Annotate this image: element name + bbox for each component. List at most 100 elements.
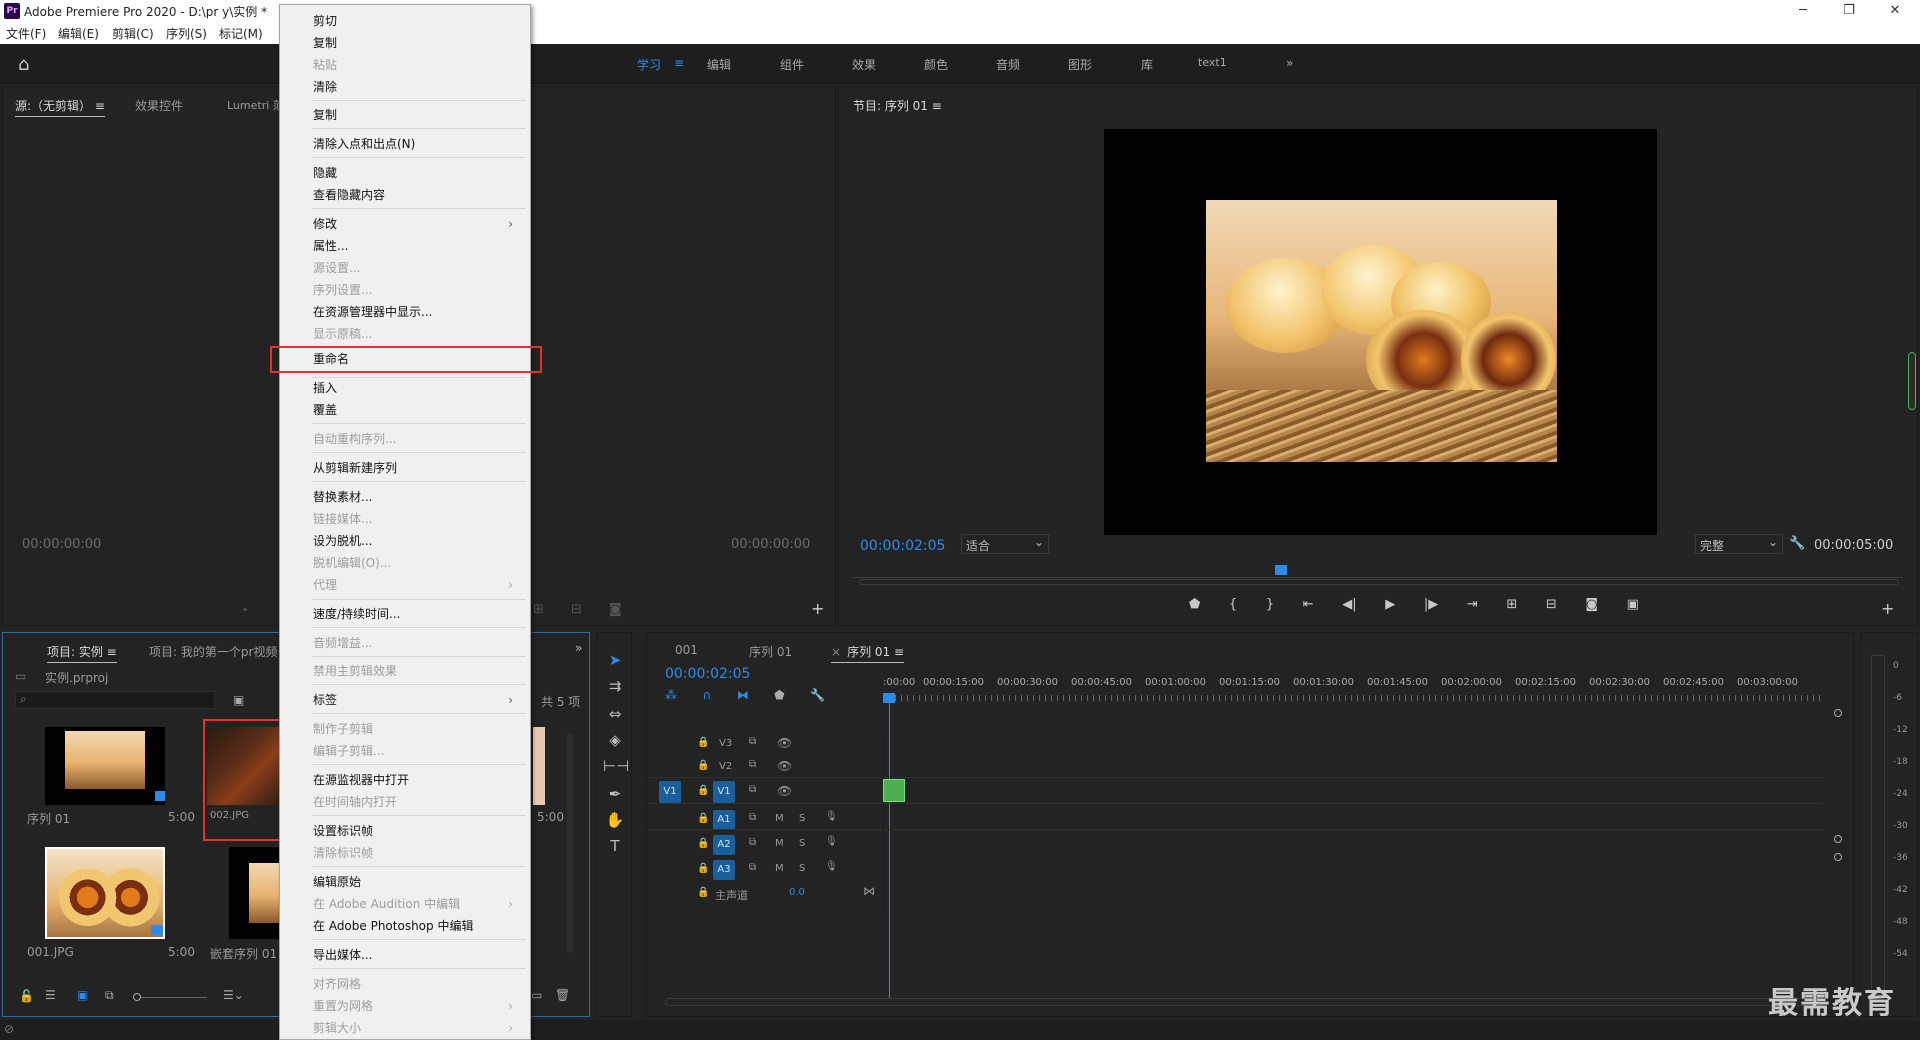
menu-item-link-media[interactable]: 链接媒体...	[313, 509, 523, 529]
timeline-timecode[interactable]: 00:00:02:05	[665, 666, 750, 682]
slip-tool-icon[interactable]: ⊢⊣	[603, 757, 629, 775]
program-playhead-timecode[interactable]: 00:00:02:05	[860, 538, 945, 554]
video-zoom-handle[interactable]	[1834, 709, 1842, 717]
sync-lock-icon[interactable]: ⧉	[749, 759, 756, 770]
menu-item-make-offline[interactable]: 设为脱机...	[313, 531, 523, 551]
menu-item-auto-reframe[interactable]: 自动重构序列...	[313, 429, 523, 449]
menu-item-view-hidden[interactable]: 查看隐藏内容	[313, 185, 523, 205]
lock-track-icon[interactable]: 🔒	[697, 785, 709, 796]
selection-tool-icon[interactable]: ➤	[603, 651, 627, 669]
workspace-edit[interactable]: 编辑	[707, 56, 731, 73]
mute-button[interactable]: M	[775, 813, 784, 824]
workspace-audio[interactable]: 音频	[996, 56, 1020, 73]
tab-effect-controls[interactable]: 效果控件	[135, 97, 183, 114]
menu-item-edit-offline[interactable]: 脱机编辑(O)...	[313, 553, 523, 573]
menu-item-export-media[interactable]: 导出媒体...	[313, 945, 523, 965]
eye-icon[interactable]: 👁	[777, 759, 792, 773]
restore-icon[interactable]: ❐	[1826, 0, 1872, 22]
tab-project-first-video[interactable]: 项目: 我的第一个pr视频	[149, 643, 277, 660]
track-target-v1[interactable]: V1	[713, 781, 735, 803]
menu-item-source-settings[interactable]: 源设置...	[313, 258, 523, 278]
menu-item-edit-original[interactable]: 编辑原始	[313, 872, 523, 892]
source-overwrite-icon[interactable]: ⊟	[571, 602, 582, 617]
workspace-learn[interactable]: 学习	[637, 56, 661, 73]
menu-item-reveal-original[interactable]: 显示原稿...	[313, 324, 523, 344]
menu-item-open-in-source-monitor[interactable]: 在源监视器中打开	[313, 770, 523, 790]
menu-item-properties[interactable]: 属性...	[313, 236, 523, 256]
sync-lock-icon[interactable]: ⧉	[749, 837, 756, 848]
microphone-icon[interactable]: 🎙	[825, 811, 838, 822]
menu-item-reveal-in-explorer[interactable]: 在资源管理器中显示...	[313, 302, 523, 322]
lock-track-icon[interactable]: 🔒	[697, 887, 709, 898]
add-marker-icon[interactable]: ⬟	[1189, 597, 1200, 617]
track-target-a3[interactable]: A3	[713, 860, 735, 880]
go-to-out-icon[interactable]: ⇥	[1467, 597, 1478, 617]
menu-item-open-in-timeline[interactable]: 在时间轴内打开	[313, 792, 523, 812]
sort-icon[interactable]: ☰⌄	[223, 988, 244, 1002]
program-timeline-ruler[interactable]	[853, 577, 1903, 578]
workspace-graphics[interactable]: 图形	[1068, 56, 1092, 73]
tab-lumetri[interactable]: Lumetri 范	[227, 97, 284, 113]
tab-source[interactable]: 源:（无剪辑） ≡	[15, 97, 105, 117]
project-item-thumbnail-001[interactable]	[45, 847, 165, 939]
source-camera-icon[interactable]: ◙	[609, 602, 622, 617]
lock-track-icon[interactable]: 🔒	[697, 813, 709, 824]
workspace-overflow-icon[interactable]: »	[1286, 56, 1293, 70]
track-target-a1[interactable]: A1	[713, 810, 735, 830]
menu-item-overwrite[interactable]: 覆盖	[313, 400, 523, 420]
timeline-tab-seq01-active[interactable]: × 序列 01 ≡	[831, 643, 905, 663]
menu-clip[interactable]: 剪辑(C)	[112, 25, 154, 42]
mark-in-icon[interactable]: {	[1229, 597, 1237, 617]
sync-lock-icon[interactable]: ⧉	[749, 812, 756, 823]
program-title[interactable]: 节目: 序列 01 ≡	[853, 97, 942, 114]
snap-magnet-icon[interactable]: ∩	[702, 688, 711, 702]
workspace-menu-icon[interactable]: ≡	[674, 56, 684, 70]
project-item-thumbnail-nested[interactable]	[229, 847, 279, 939]
right-edge-scroll-indicator[interactable]	[1908, 352, 1916, 410]
razor-tool-icon[interactable]: ◈	[603, 731, 627, 749]
menu-item-reset-to-grid[interactable]: 重置为网格 ›	[313, 996, 523, 1016]
microphone-icon[interactable]: 🎙	[825, 861, 838, 872]
tab-project-shili[interactable]: 项目: 实例 ≡	[47, 643, 117, 663]
program-playhead[interactable]	[1275, 565, 1287, 575]
source-insert-icon[interactable]: ⊞	[533, 602, 544, 617]
workspace-libraries[interactable]: 库	[1141, 56, 1153, 73]
menu-file[interactable]: 文件(F)	[6, 25, 46, 42]
step-back-icon[interactable]: ◀|	[1342, 597, 1356, 617]
menu-item-sequence-settings[interactable]: 序列设置...	[313, 280, 523, 300]
source-add-button-icon[interactable]: +	[811, 599, 824, 618]
fit-dropdown[interactable]: 适合 ⌄	[961, 534, 1049, 554]
icon-view-icon[interactable]: ▣	[77, 988, 88, 1002]
export-frame-icon[interactable]: ◙	[1585, 597, 1598, 617]
project-item-thumbnail-seq01[interactable]	[45, 727, 165, 805]
mute-button[interactable]: M	[775, 863, 784, 874]
sync-lock-icon[interactable]: ⧉	[749, 862, 756, 873]
menu-item-clear-in-out[interactable]: 清除入点和出点(N)	[313, 134, 523, 154]
audio-zoom-handle-2[interactable]	[1834, 853, 1842, 861]
program-add-button-icon[interactable]: +	[1881, 599, 1894, 618]
new-item-icon[interactable]: ▭	[531, 988, 542, 1002]
menu-item-make-subclip[interactable]: 制作子剪辑	[313, 719, 523, 739]
microphone-icon[interactable]: 🎙	[825, 836, 838, 847]
comparison-view-icon[interactable]: ▣	[1627, 597, 1639, 617]
list-view-icon[interactable]: ☰	[45, 988, 56, 1002]
menu-item-new-sequence-from-clip[interactable]: 从剪辑新建序列	[313, 458, 523, 478]
minimize-icon[interactable]: ─	[1780, 0, 1826, 22]
lock-track-icon[interactable]: 🔒	[697, 838, 709, 849]
workspace-color[interactable]: 颜色	[924, 56, 948, 73]
menu-edit[interactable]: 编辑(E)	[58, 25, 99, 42]
timeline-tab-001[interactable]: 001	[675, 643, 698, 657]
workspace-effects[interactable]: 效果	[852, 56, 876, 73]
master-go-to-end-icon[interactable]: ⋈	[863, 884, 875, 898]
lock-track-icon[interactable]: 🔒	[697, 760, 709, 771]
track-target-a2[interactable]: A2	[713, 835, 735, 855]
menu-item-speed-duration[interactable]: 速度/持续时间...	[313, 604, 523, 624]
extract-icon[interactable]: ⊟	[1546, 597, 1557, 617]
menu-marker[interactable]: 标记(M)	[219, 25, 263, 42]
mark-out-icon[interactable]: }	[1266, 597, 1274, 617]
go-to-in-icon[interactable]: ⇤	[1303, 597, 1314, 617]
timeline-ruler[interactable]: :00:00 00:00:15:00 00:00:30:00 00:00:45:…	[883, 677, 1823, 705]
project-overflow-icon[interactable]: »	[575, 641, 582, 655]
play-icon[interactable]: ▶	[1385, 597, 1395, 617]
menu-item-replace-footage[interactable]: 替换素材...	[313, 487, 523, 507]
